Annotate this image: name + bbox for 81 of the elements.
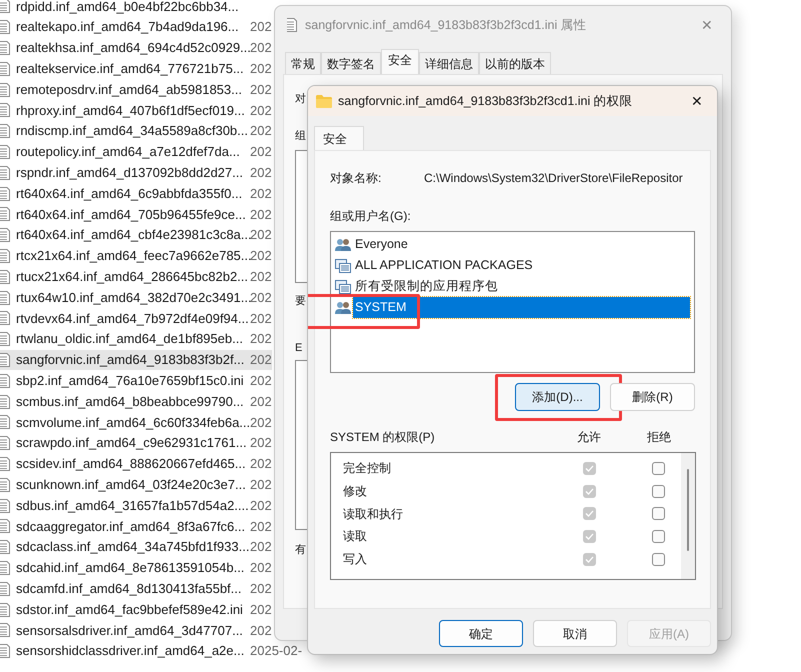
file-name: sdbus.inf_amd64_31657fa1b57d54a2.... [16, 496, 250, 515]
label: 要 [295, 294, 306, 309]
file-date: 202 [250, 476, 272, 494]
file-date: 202 [250, 122, 272, 140]
file-date: 202 [250, 455, 272, 474]
file-name: sdcahid.inf_amd64_8e78613591054b... [16, 559, 246, 578]
file-date: 202 [250, 518, 272, 536]
file-date: 202 [250, 372, 272, 390]
file-date: 202 [250, 559, 272, 578]
column-header: 拒绝 [647, 429, 671, 446]
file-date: 202 [250, 80, 272, 99]
file-name: sangforvnic.inf_amd64_9183b83f3b2f... [16, 351, 246, 370]
permission-name: 写入 [343, 551, 368, 568]
file-date: 202 [250, 206, 272, 224]
file-date: 202 [250, 392, 272, 411]
file-name: rt640x64.inf_amd64_705b96455fe9ce... [16, 206, 247, 224]
file-name: rhproxy.inf_amd64_407b6f1df5ecf019... [16, 102, 246, 120]
file-name: rt640x64.inf_amd64_cbf4e23981c3c8a... [16, 226, 250, 244]
permissions-label: SYSTEM 的权限(P) [330, 429, 436, 446]
label: 对 [295, 92, 306, 107]
file-date: 202 [250, 60, 272, 78]
file-name: rt640x64.inf_amd64_6c9abbfda355f0... [16, 184, 244, 203]
file-name: realtekapo.inf_amd64_7b4ad9da196... [16, 18, 240, 36]
file-date: 202 [250, 414, 272, 432]
object-path: C:\Windows\System32\DriverStore\FileRepositor [424, 170, 683, 187]
column-header: 允许 [577, 429, 602, 446]
label: E [295, 340, 302, 356]
file-date: 202 [250, 39, 272, 58]
file-name: rtwlanu_oldic.inf_amd64_de1bf895eb... [16, 330, 244, 348]
file-name: rtux64w10.inf_amd64_382d70e2c3491... [16, 288, 250, 307]
window-title: sangforvnic.inf_amd64_9183b83f3b2f3cd1.ini 的权限 [338, 92, 633, 110]
file-date: 202 [250, 434, 272, 452]
file-name: routepolicy.inf_amd64_a7e12dfef7da... [16, 143, 241, 162]
file-name: realtekhsa.inf_amd64_694c4d52c0929... [16, 39, 250, 58]
file-date: 202 [250, 164, 272, 182]
file-name: remoteposdrv.inf_amd64_ab5981853... [16, 80, 243, 99]
file-name: sdstor.inf_amd64_fac9bbefef589e42.ini [16, 600, 244, 619]
file-name: sdcaaggregator.inf_amd64_8f3a67fc6... [16, 518, 246, 536]
file-date: 202 [250, 184, 272, 203]
file-name: sdcamfd.inf_amd64_8d130413fa55bf... [16, 580, 243, 598]
file-date: 202 [250, 288, 272, 307]
file-date: 2025-02- [250, 642, 302, 660]
permission-name: 修改 [343, 483, 368, 500]
file-name: rtcx21x64.inf_amd64_feec7a9662e785... [16, 247, 250, 266]
file-date: 202 [250, 351, 272, 370]
file-name: scmvolume.inf_amd64_6c60f334feb6a... [16, 414, 250, 432]
file-date: 202 [250, 622, 272, 640]
file-name: rspndr.inf_amd64_d137092b8dd2d27... [16, 164, 244, 182]
file-date: 202 [250, 268, 272, 286]
object-name-label: 对象名称: [330, 170, 382, 187]
file-name: sensorsalsdriver.inf_amd64_3d47707... [16, 622, 244, 640]
file-name: sbp2.inf_amd64_76a10e7659bf15c0.ini [16, 372, 245, 390]
file-name: scmbus.inf_amd64_b8beabbce99790... [16, 392, 245, 411]
file-date: 202 [250, 247, 272, 266]
file-name: realtekservice.inf_amd64_776721b75... [16, 60, 245, 78]
file-name: scrawpdo.inf_amd64_c9e62931c1761... [16, 434, 248, 452]
file-date: 202 [250, 226, 272, 244]
file-name: rndiscmp.inf_amd64_34a5589a8cf30b... [16, 122, 249, 140]
file-name: sensorshidclassdriver.inf_amd64_a2e... [16, 642, 246, 660]
groups-label: 组或用户名(G): [330, 208, 412, 225]
file-date: 202 [250, 496, 272, 515]
file-date: 202 [250, 580, 272, 598]
file-date: 202 [250, 538, 272, 556]
file-name: sdcaclass.inf_amd64_34a745bfd1f933... [16, 538, 250, 556]
file-date: 202 [250, 600, 272, 619]
file-date: 202 [250, 143, 272, 162]
window-title: sangforvnic.inf_amd64_9183b83f3b2f3cd1.ini 属性 [305, 16, 587, 34]
file-name: rtucx21x64.inf_amd64_286645bc82b2... [16, 268, 250, 286]
file-date: 202 [250, 102, 272, 120]
permission-name: 完全控制 [343, 460, 392, 478]
permission-name: 读取 [343, 528, 368, 546]
file-date: 202 [250, 310, 272, 328]
file-name: rtvdevx64.inf_amd64_7b972df4e09f94... [16, 310, 250, 328]
file-date: 202 [250, 330, 272, 348]
file-name: scsidev.inf_amd64_888620667efd465... [16, 455, 247, 474]
permission-name: 读取和执行 [343, 506, 404, 523]
file-name: rdpidd.inf_amd64_b0e4bf22bc6bb34... [16, 0, 240, 16]
label: 组 [295, 128, 306, 144]
file-date: 202 [250, 18, 272, 36]
label: 有 [295, 543, 306, 558]
file-name: scunknown.inf_amd64_03f24e20c3e7... [16, 476, 247, 494]
